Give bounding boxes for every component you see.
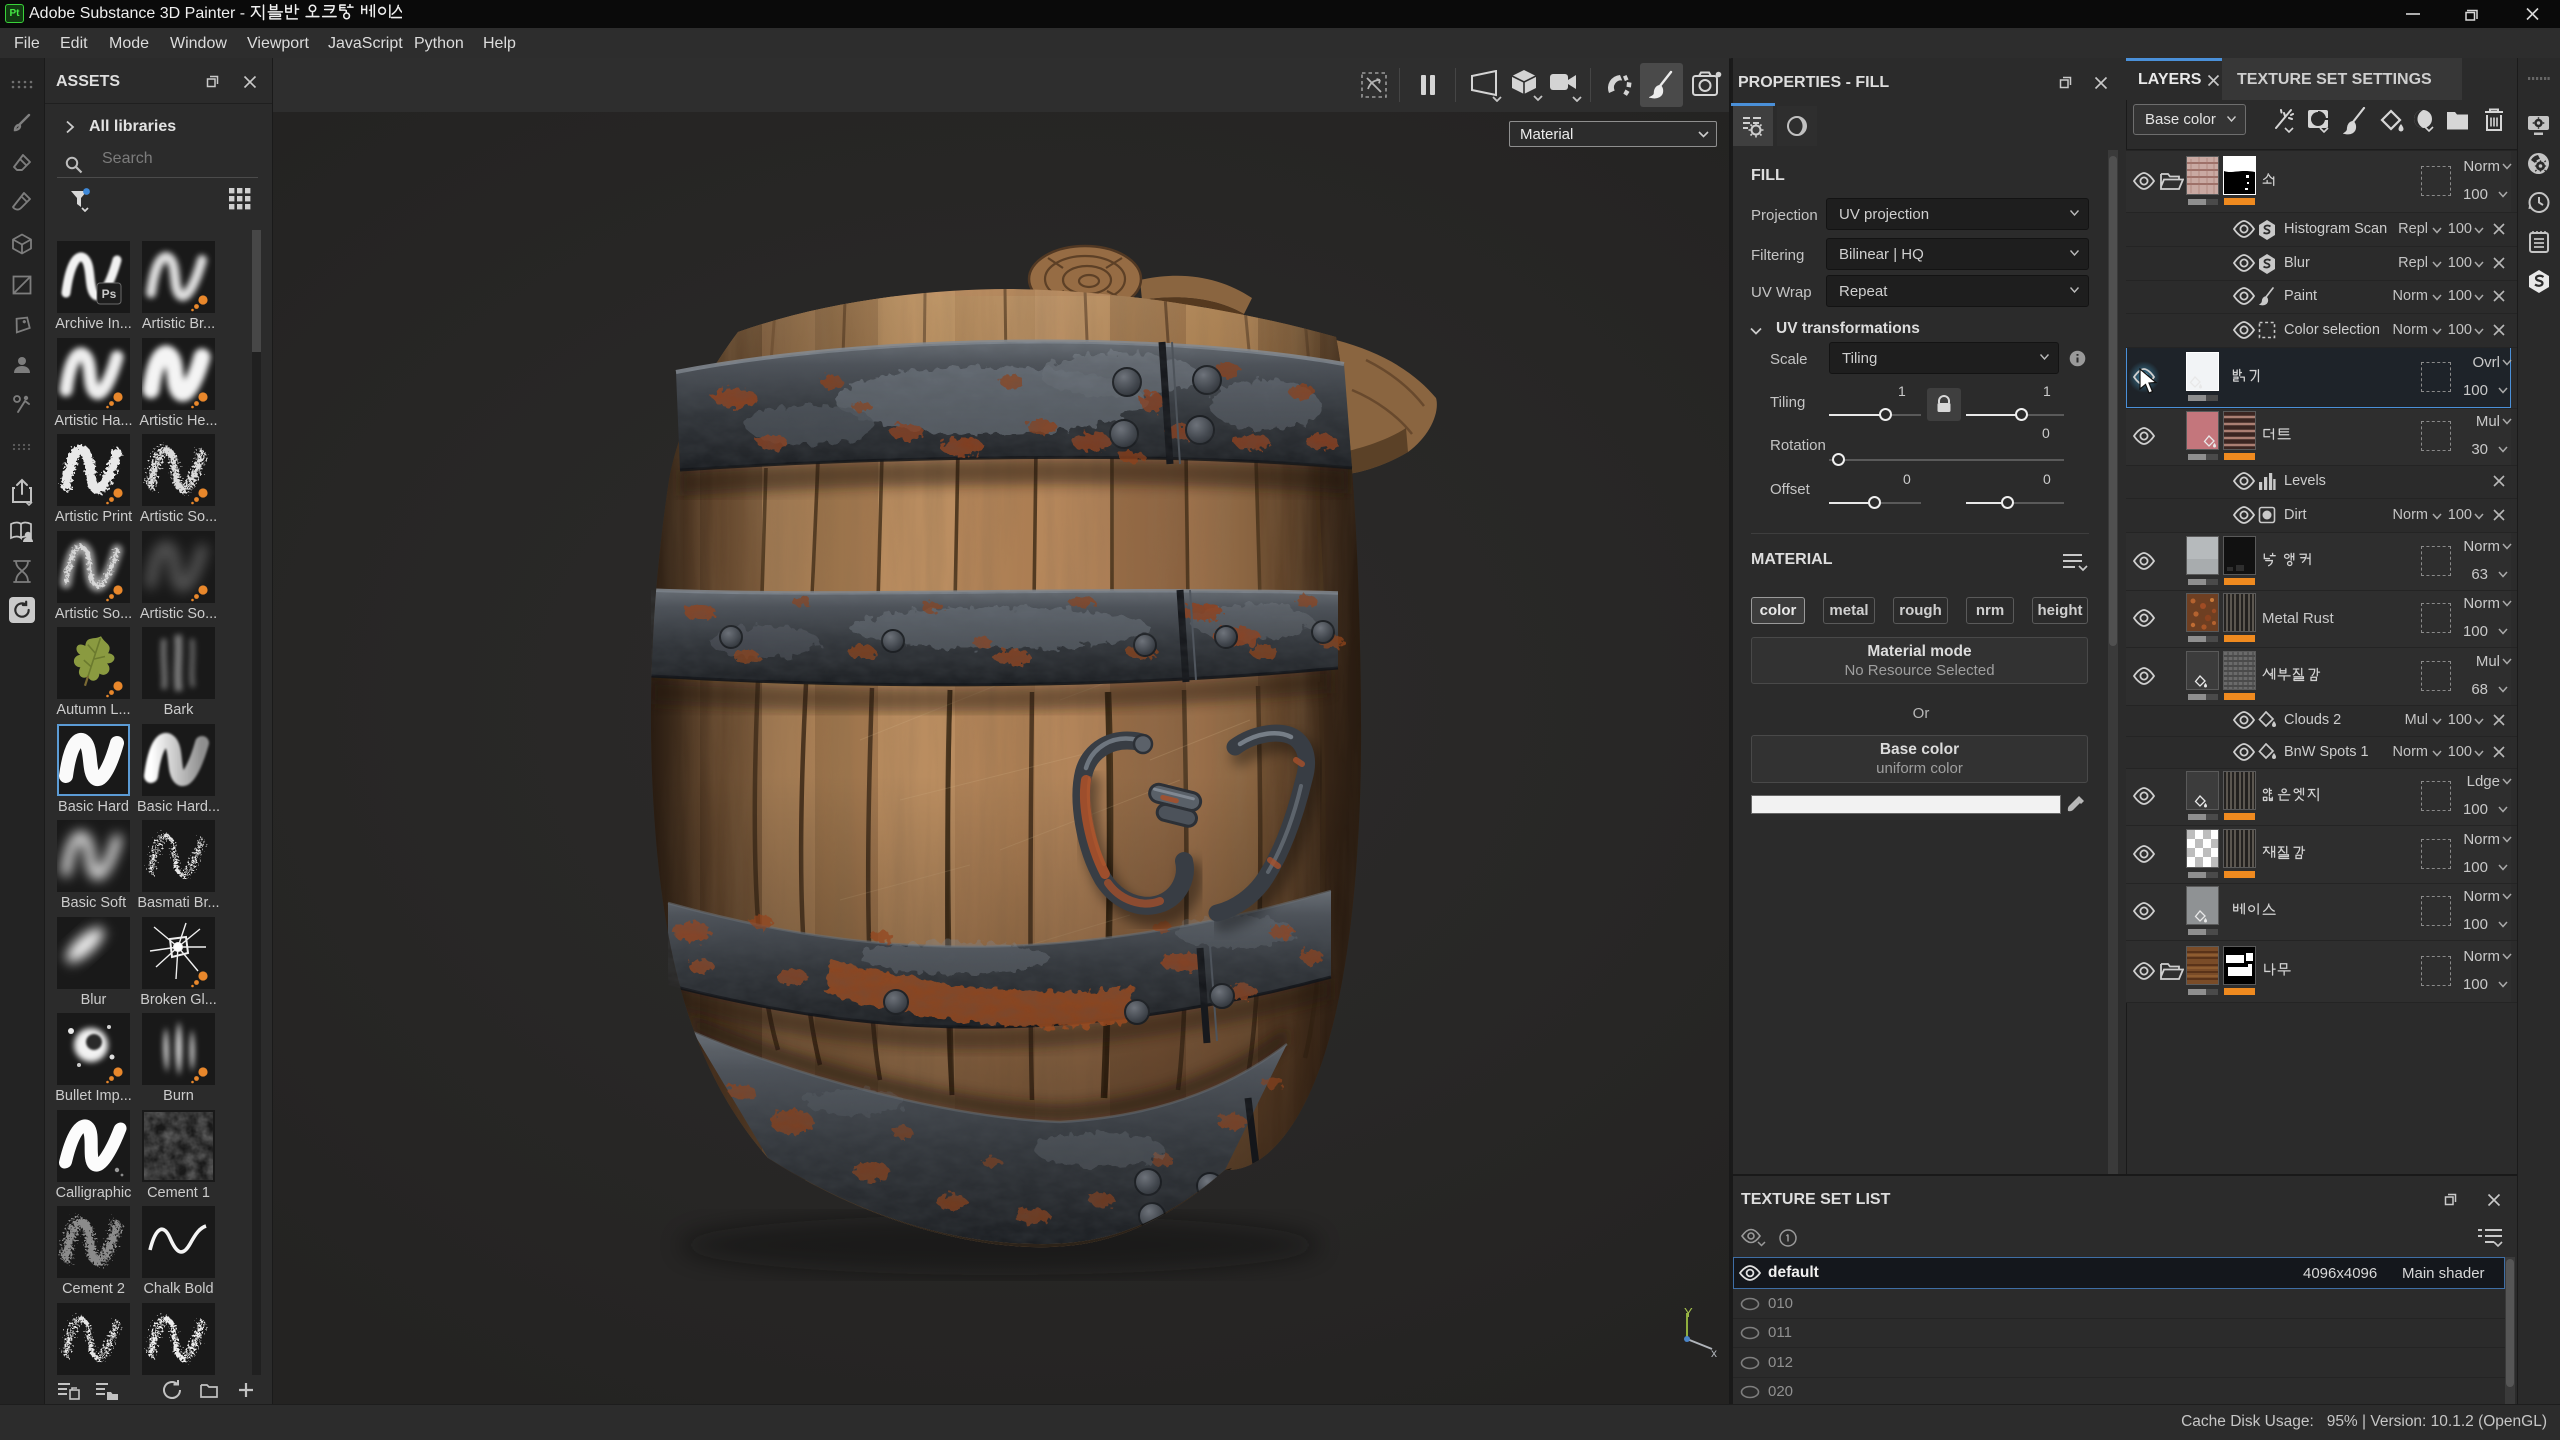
- svg-text:Ps: Ps: [102, 287, 117, 301]
